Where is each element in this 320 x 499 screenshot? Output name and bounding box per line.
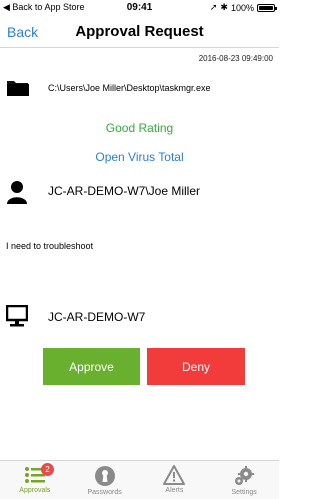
battery-icon	[257, 3, 277, 12]
folder-icon	[6, 78, 30, 98]
tab-bar: 2 Approvals Passwords Alerts Settings	[0, 460, 279, 499]
warning-icon	[163, 465, 186, 485]
requesting-user: JC-AR-DEMO-W7\Joe Miller	[48, 184, 201, 198]
gear-icon	[235, 466, 255, 485]
tab-settings[interactable]: Settings	[209, 461, 279, 499]
file-path: C:\Users\Joe Miller\Desktop\taskmgr.exe	[48, 83, 211, 93]
status-bar: ◀ Back to App Store 09:41 ➚ ✱ 100%	[0, 0, 279, 16]
request-timestamp: 2016-08-23 09:49:00	[198, 54, 273, 63]
tab-approvals-label: Approvals	[19, 487, 51, 494]
tab-settings-label: Settings	[231, 489, 257, 496]
tab-approvals[interactable]: 2 Approvals	[0, 461, 70, 499]
rating-text: Good Rating	[105, 121, 174, 135]
user-icon	[6, 180, 28, 209]
deny-button[interactable]: Deny	[147, 348, 245, 385]
open-virus-total-link[interactable]: Open Virus Total	[0, 150, 279, 164]
approvals-badge: 2	[41, 463, 54, 476]
status-right: ➚ ✱ 100%	[209, 2, 277, 13]
tab-alerts[interactable]: Alerts	[140, 461, 210, 499]
page-title: Approval Request	[75, 23, 204, 40]
approve-button[interactable]: Approve	[43, 348, 140, 385]
keyhole-icon	[94, 466, 115, 486]
battery-percent: 100%	[230, 2, 254, 13]
tab-passwords[interactable]: Passwords	[70, 461, 140, 499]
computer-name: JC-AR-DEMO-W7	[48, 310, 146, 324]
navigation-bar: Back Approval Request	[0, 16, 279, 48]
tab-passwords-label: Passwords	[87, 489, 122, 496]
tab-alerts-label: Alerts	[165, 487, 184, 494]
bluetooth-icon: ✱	[220, 2, 228, 12]
location-icon: ➚	[209, 2, 218, 12]
request-reason: I need to troubleshoot	[6, 241, 94, 251]
computer-icon	[5, 304, 29, 332]
